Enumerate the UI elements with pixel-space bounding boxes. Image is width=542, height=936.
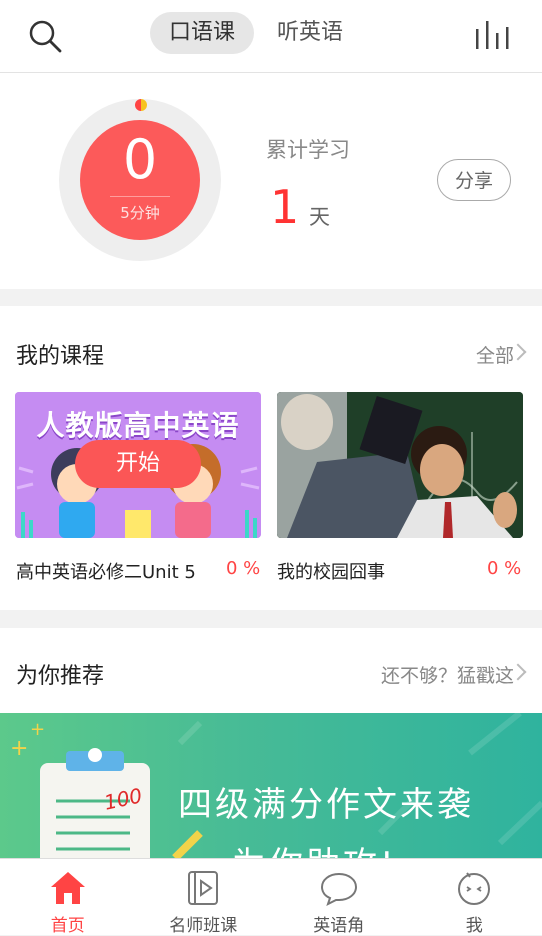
section-title: 为你推荐 bbox=[16, 658, 104, 690]
tab-speaking-course[interactable]: 口语课 bbox=[150, 12, 254, 54]
search-icon[interactable] bbox=[27, 18, 63, 54]
my-courses-section: 我的课程 全部 人教版高中英语 开始 高中英语必修二Unit 5 0 % bbox=[0, 306, 542, 610]
tab-me[interactable]: 我 bbox=[407, 859, 542, 935]
course-thumbnail[interactable]: 人教版高中英语 开始 bbox=[15, 392, 261, 538]
daily-goal-circle: 0 5分钟 bbox=[80, 120, 200, 240]
svg-text:+: + bbox=[30, 719, 45, 740]
more-recommend-link[interactable]: 还不够？猛戳这 bbox=[381, 661, 514, 688]
minutes-studied: 0 bbox=[80, 130, 200, 190]
study-progress-panel: 0 5分钟 累计学习 1 天 分享 bbox=[0, 73, 542, 289]
share-button[interactable]: 分享 bbox=[437, 159, 511, 201]
tab-label: 我 bbox=[407, 911, 542, 936]
classroom-photo-illustration bbox=[277, 392, 523, 538]
top-tabs: 口语课 听英语 bbox=[150, 12, 366, 54]
banner-headline: 四级满分作文来袭 bbox=[178, 777, 474, 826]
all-courses-link[interactable]: 全部 bbox=[476, 341, 514, 368]
tab-label: 英语角 bbox=[271, 911, 407, 936]
svg-text:+: + bbox=[10, 736, 28, 761]
course-thumbnail[interactable] bbox=[277, 392, 523, 538]
study-days-count: 1 bbox=[270, 179, 299, 235]
home-icon bbox=[49, 869, 87, 907]
section-title: 我的课程 bbox=[16, 338, 104, 370]
bottom-tab-bar: 首页 名师班课 英语角 我 bbox=[0, 858, 542, 935]
daily-goal-ring[interactable]: 0 5分钟 bbox=[59, 99, 221, 261]
start-course-button[interactable]: 开始 bbox=[75, 440, 201, 488]
tab-label: 名师班课 bbox=[136, 911, 272, 936]
recommend-banner[interactable]: + + 100 四级满分作文来袭 为你助攻! bbox=[0, 713, 542, 858]
cumulative-study-label: 累计学习 bbox=[266, 134, 350, 164]
tab-label: 首页 bbox=[0, 911, 136, 936]
video-play-icon bbox=[184, 869, 222, 907]
banner-subline: 为你助攻! bbox=[232, 837, 397, 858]
tab-listening-english[interactable]: 听英语 bbox=[258, 12, 362, 54]
tab-teacher-class[interactable]: 名师班课 bbox=[136, 859, 272, 935]
profile-face-icon bbox=[455, 869, 493, 907]
chat-bubble-icon bbox=[320, 869, 358, 907]
course-name[interactable]: 高中英语必修二Unit 5 bbox=[16, 558, 196, 584]
bar-chart-icon[interactable] bbox=[472, 19, 512, 51]
course-name[interactable]: 我的校园囧事 bbox=[277, 558, 385, 584]
course-progress-percent: 0 % bbox=[487, 558, 521, 579]
daily-goal-label: 5分钟 bbox=[80, 202, 200, 223]
divider bbox=[110, 196, 170, 197]
recommend-section: 为你推荐 还不够？猛戳这 bbox=[0, 628, 542, 714]
progress-dot-icon bbox=[135, 99, 147, 111]
course-progress-percent: 0 % bbox=[226, 558, 260, 579]
tab-home[interactable]: 首页 bbox=[0, 859, 136, 935]
course-thumb-title: 人教版高中英语 bbox=[15, 404, 261, 444]
tab-english-corner[interactable]: 英语角 bbox=[271, 859, 407, 935]
top-bar: 口语课 听英语 bbox=[0, 0, 542, 73]
study-days-unit: 天 bbox=[309, 201, 330, 231]
